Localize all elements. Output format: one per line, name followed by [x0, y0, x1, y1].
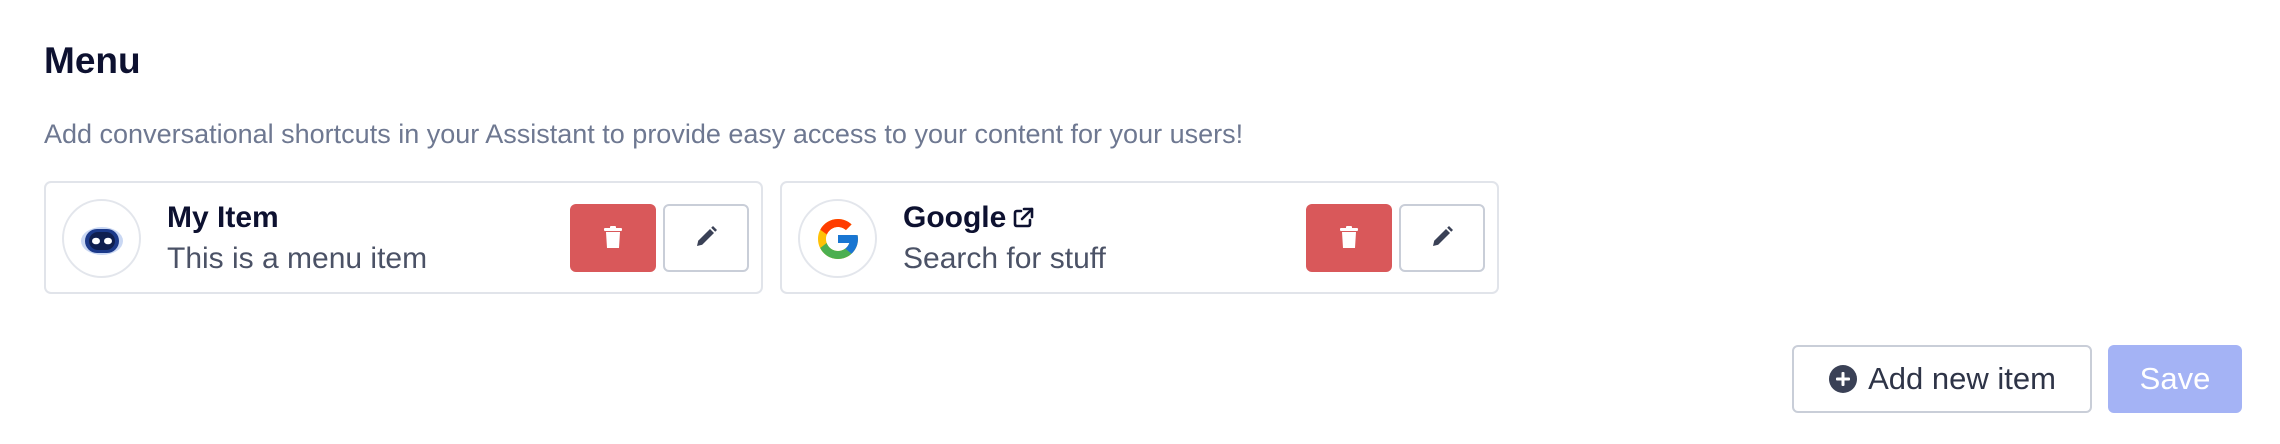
menu-item-card: Google Search for stuff	[780, 181, 1499, 294]
edit-item-button[interactable]	[663, 204, 749, 272]
pencil-icon	[694, 225, 718, 252]
page-description: Add conversational shortcuts in your Ass…	[44, 119, 1244, 149]
menu-item-title: My Item	[167, 198, 427, 238]
robot-assistant-icon	[62, 199, 141, 278]
add-new-item-label: Add new item	[1868, 361, 2056, 396]
menu-item-subtitle: Search for stuff	[903, 242, 1106, 275]
trash-icon	[604, 225, 622, 251]
trash-icon	[1340, 225, 1358, 251]
edit-item-button[interactable]	[1399, 204, 1485, 272]
menu-item-title-label: Google	[903, 201, 1007, 234]
menu-item-card: My Item This is a menu item	[44, 181, 763, 294]
menu-item-list: My Item This is a menu item Google Searc…	[44, 181, 1499, 294]
pencil-icon	[1430, 225, 1454, 252]
menu-item-title: Google	[903, 198, 1106, 238]
plus-circle-icon	[1828, 364, 1858, 394]
menu-item-text: My Item This is a menu item	[167, 198, 427, 279]
page-title: Menu	[44, 40, 141, 81]
menu-item-title-label: My Item	[167, 201, 279, 234]
external-link-icon	[1012, 207, 1034, 229]
menu-item-subtitle: This is a menu item	[167, 242, 428, 275]
google-logo-icon	[798, 199, 877, 278]
delete-item-button[interactable]	[1306, 204, 1392, 272]
delete-item-button[interactable]	[570, 204, 656, 272]
menu-item-text: Google Search for stuff	[903, 198, 1106, 279]
save-button[interactable]: Save	[2108, 345, 2242, 413]
add-new-item-button[interactable]: Add new item	[1792, 345, 2092, 413]
